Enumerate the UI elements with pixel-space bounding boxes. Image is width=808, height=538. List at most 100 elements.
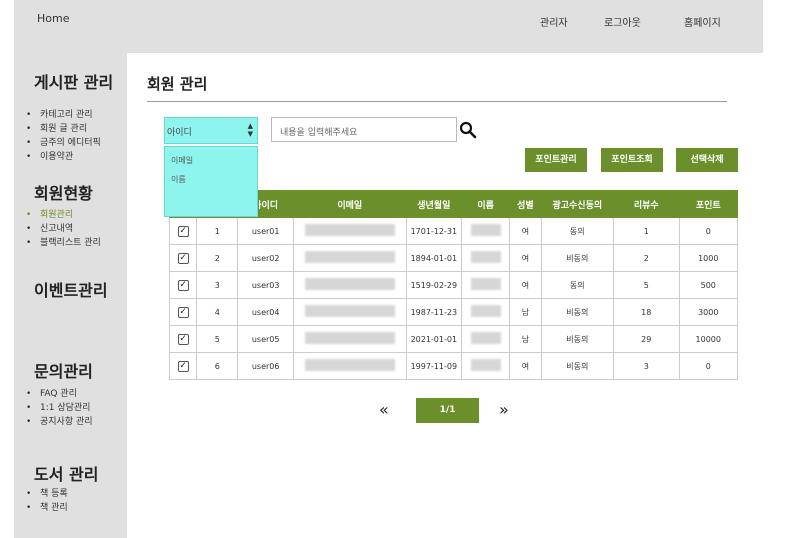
row-id: user04 [237,298,294,326]
pagination-prev-icon[interactable]: « [379,400,389,419]
row-birth: 1701-12-31 [405,217,463,245]
row-gender: 남 [509,298,542,326]
row-points: 1000 [678,244,738,272]
row-gender: 여 [509,244,542,272]
row-checkbox-icon[interactable]: ✓ [177,360,189,372]
table-row[interactable]: ✓ 2 user02 1894-01-01 여 비동의 2 1000 [168,244,738,272]
row-name [460,244,511,272]
row-gender: 남 [509,325,542,353]
table-body: ✓ 1 user01 1701-12-31 여 동의 1 0 ✓ 2 user02 1894-01-0… [168,217,738,380]
dropdown-option-name[interactable]: 이름 [171,174,186,185]
col-email: 이메일 [292,190,407,218]
redacted-block [470,251,501,263]
row-birth: 1894-01-01 [405,244,463,272]
row-checkbox-icon[interactable]: ✓ [177,333,189,345]
sidebar-section-board[interactable]: 게시판 관리 [34,69,113,93]
col-name: 이름 [460,190,511,218]
sidebar-books-list: 책 등록 책 관리 [26,487,68,515]
row-birth: 1997-11-09 [405,352,463,380]
sidebar-item-member-posts[interactable]: 회원 글 관리 [26,122,101,136]
sidebar-item-blacklist[interactable]: 블랙리스트 관리 [26,236,101,250]
row-checkbox-icon[interactable]: ✓ [177,225,189,237]
point-view-button[interactable]: 포인트조회 [601,148,663,172]
sidebar-item-member-manage[interactable]: 회원관리 [26,208,101,222]
dropdown-option-email[interactable]: 이메일 [171,155,193,166]
row-checkbox[interactable]: ✓ [168,325,198,353]
table-row[interactable]: ✓ 1 user01 1701-12-31 여 동의 1 0 [168,217,738,245]
row-no: 6 [196,352,239,380]
row-points: 10000 [678,325,738,353]
redacted-block [304,332,395,344]
table-row[interactable]: ✓ 5 user05 2021-01-01 남 비동의 29 10000 [168,325,738,353]
row-points: 0 [678,352,738,380]
pagination-next-icon[interactable]: » [499,400,509,419]
redacted-block [470,332,501,344]
row-email [292,298,407,326]
table-row[interactable]: ✓ 6 user06 1997-11-09 여 비동의 3 0 [168,352,738,380]
row-reviews: 5 [613,271,680,299]
nav-homepage-link[interactable]: 홈페이지 [684,14,721,29]
table-row[interactable]: ✓ 3 user03 1519-02-29 여 동의 5 500 [168,271,738,299]
sidebar-item-consult[interactable]: 1:1 상담관리 [26,401,93,415]
row-name [460,271,511,299]
row-checkbox-icon[interactable]: ✓ [177,279,189,291]
row-ad-consent: 비동의 [540,244,615,272]
sidebar-item-reports[interactable]: 신고내역 [26,222,101,236]
sidebar-item-terms[interactable]: 이용약관 [26,150,101,164]
point-manage-button[interactable]: 포인트관리 [525,148,587,172]
sidebar-item-notice[interactable]: 공지사항 관리 [26,415,93,429]
row-reviews: 1 [613,217,680,245]
redacted-block [304,305,395,317]
sidebar-inquiry-list: FAQ 관리 1:1 상담관리 공지사항 관리 [26,387,93,429]
nav-admin-link[interactable]: 관리자 [540,14,568,29]
redacted-block [470,224,501,236]
table-row[interactable]: ✓ 4 user04 1987-11-23 남 비동의 18 3000 [168,298,738,326]
redacted-block [470,278,501,290]
row-id: user02 [237,244,294,272]
sidebar-section-events[interactable]: 이벤트관리 [34,277,108,301]
pagination-current[interactable]: 1/1 [416,398,479,423]
row-no: 1 [196,217,239,245]
row-reviews: 29 [613,325,680,353]
row-no: 2 [196,244,239,272]
sidebar-section-books[interactable]: 도서 관리 [34,461,98,485]
sidebar-section-inquiry[interactable]: 문의관리 [34,358,93,382]
row-checkbox[interactable]: ✓ [168,271,198,299]
sidebar-item-book-register[interactable]: 책 등록 [26,487,68,501]
row-reviews: 18 [613,298,680,326]
sidebar-item-editor-pick[interactable]: 금주의 에디터픽 [26,136,101,150]
row-id: user05 [237,325,294,353]
nav-logout-link[interactable]: 로그아웃 [604,14,641,29]
row-id: user03 [237,271,294,299]
search-type-select[interactable]: 아이디 ▲ ▼ [164,117,258,144]
sidebar-board-list: 카테고리 관리 회원 글 관리 금주의 에디터픽 이용약관 [26,108,101,164]
row-gender: 여 [509,352,542,380]
sidebar-item-faq[interactable]: FAQ 관리 [26,387,93,401]
redacted-block [470,359,501,371]
sidebar: 게시판 관리 카테고리 관리 회원 글 관리 금주의 에디터픽 이용약관 회원현… [14,53,127,538]
row-checkbox[interactable]: ✓ [168,217,198,245]
row-reviews: 3 [613,352,680,380]
col-birth: 생년월일 [405,190,463,218]
search-input[interactable]: 내용을 입력해주세요 [271,117,457,142]
row-checkbox-icon[interactable]: ✓ [177,306,189,318]
delete-selected-button[interactable]: 선택삭제 [676,148,738,172]
row-birth: 1519-02-29 [405,271,463,299]
search-icon[interactable] [459,121,477,139]
row-name [460,352,511,380]
home-link[interactable]: Home [37,12,69,25]
row-checkbox-icon[interactable]: ✓ [177,252,189,264]
row-checkbox[interactable]: ✓ [168,244,198,272]
sidebar-section-members[interactable]: 회원현황 [34,180,93,204]
sidebar-item-book-manage[interactable]: 책 관리 [26,501,68,515]
redacted-block [304,224,395,236]
row-email [292,325,407,353]
members-table: 아이디 이메일 생년월일 이름 성별 광고수신동의 리뷰수 포인트 ✓ 1 user… [168,190,738,380]
row-checkbox[interactable]: ✓ [168,298,198,326]
col-gender: 성별 [509,190,542,218]
row-name [460,325,511,353]
row-id: user06 [237,352,294,380]
sidebar-item-category[interactable]: 카테고리 관리 [26,108,101,122]
col-ad-consent: 광고수신동의 [540,190,615,218]
row-checkbox[interactable]: ✓ [168,352,198,380]
